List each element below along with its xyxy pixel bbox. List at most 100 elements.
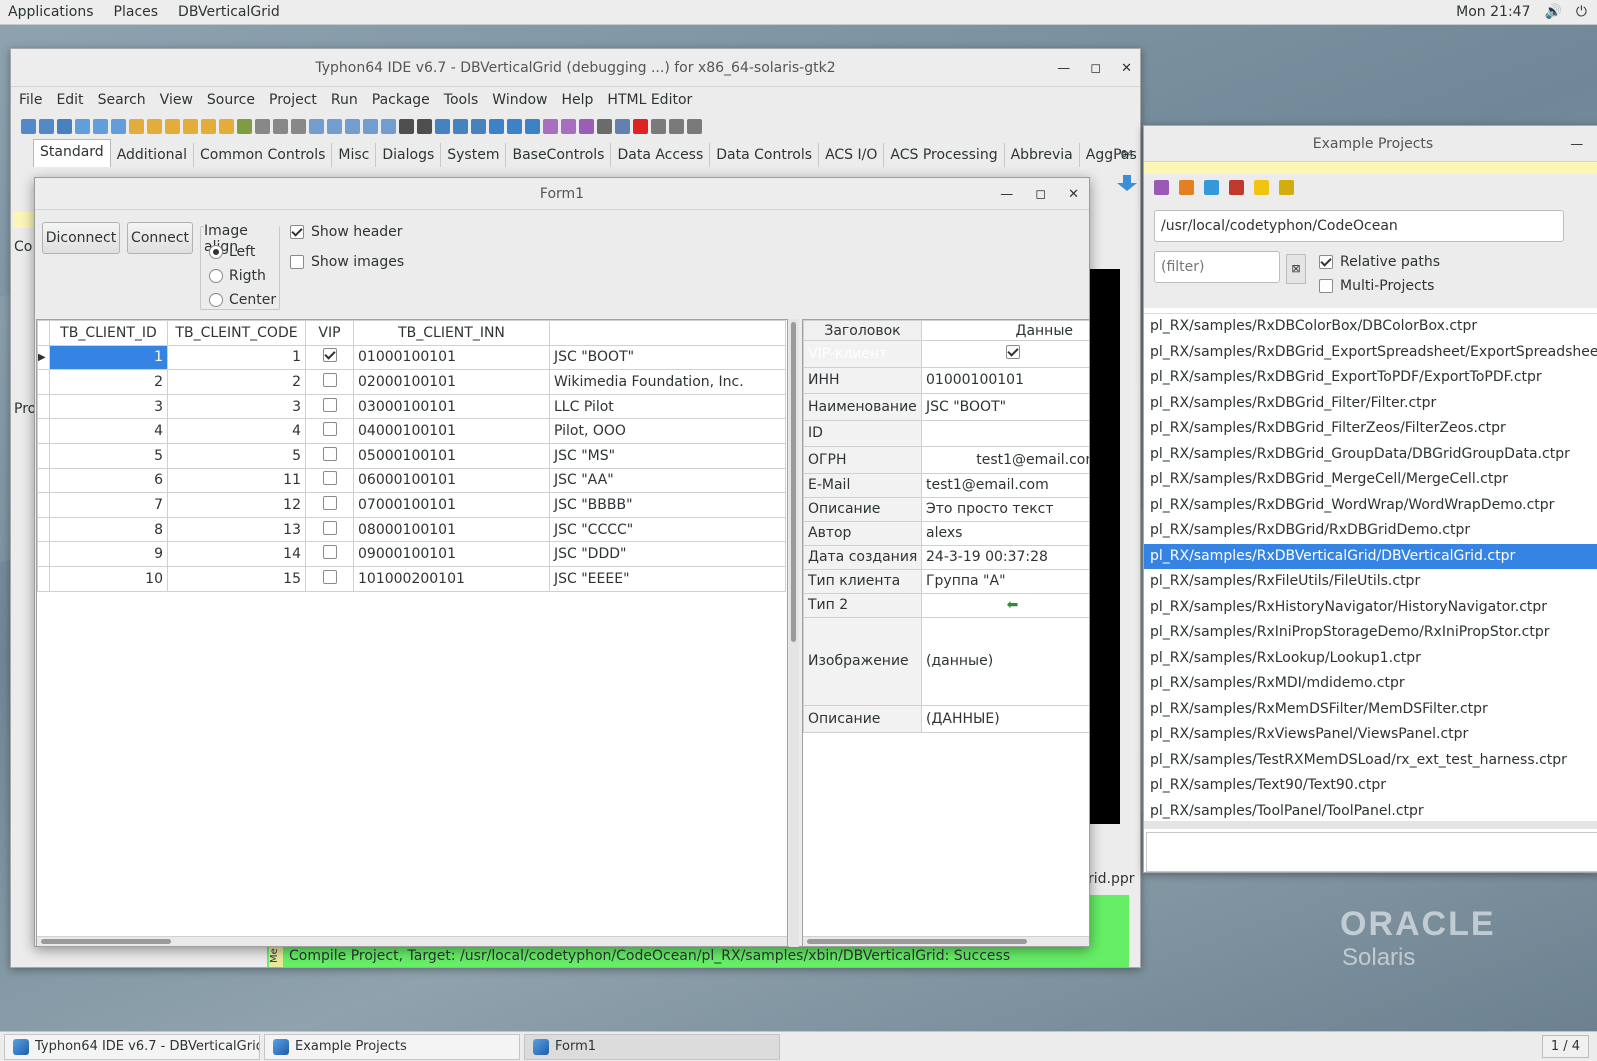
cell-client-name[interactable]: LLC Pilot — [549, 393, 786, 420]
cell-client-code[interactable]: 12 — [167, 492, 306, 518]
tab-basecontrols[interactable]: BaseControls — [506, 143, 612, 167]
clear-filter-icon[interactable]: ⊠ — [1286, 254, 1306, 284]
toolbar-tool-icon[interactable] — [237, 118, 252, 134]
list-item[interactable]: pl_RX/samples/RxLookup/Lookup1.ctpr — [1144, 646, 1597, 672]
tab-misc[interactable]: Misc — [332, 143, 377, 167]
toolbar-tool-icon[interactable] — [435, 118, 450, 134]
cell-client-inn[interactable]: 05000100101 — [353, 442, 550, 469]
vgrid-row[interactable]: Тип 2 ⬅ — [803, 592, 1089, 618]
download-arrow-icon[interactable] — [1117, 175, 1137, 191]
minimize-icon[interactable]: — — [1570, 137, 1583, 152]
table-row[interactable]: 8 13 08000100101 JSC "CCCC" — [37, 516, 786, 543]
vgrid-value[interactable]: test1@email.com — [921, 472, 1089, 498]
menu-run[interactable]: Run — [331, 92, 366, 108]
vgrid-label[interactable]: Дата создания — [803, 544, 922, 570]
menu-view[interactable]: View — [160, 92, 201, 108]
cell-client-code[interactable]: 2 — [167, 369, 306, 395]
list-item[interactable]: pl_RX/samples/RxDBGrid_ExportToPDF/Expor… — [1144, 365, 1597, 391]
list-item[interactable]: pl_RX/samples/RxFileUtils/FileUtils.ctpr — [1144, 569, 1597, 595]
project-list[interactable]: pl_RX/samples/RxDBColorBox/DBColorBox.ct… — [1144, 308, 1597, 821]
tab-system[interactable]: System — [441, 143, 507, 167]
menu-source[interactable]: Source — [207, 92, 263, 108]
vgrid-row[interactable]: Тип клиента Группа "А" — [803, 568, 1089, 594]
toolbar-tool-icon[interactable] — [633, 118, 648, 134]
vgrid-value[interactable]: (ДАННЫЕ) — [921, 704, 1089, 733]
list-item[interactable]: pl_RX/samples/RxMemDSFilter/MemDSFilter.… — [1144, 697, 1597, 723]
show-images-checkbox[interactable]: Show images — [290, 254, 404, 270]
cell-client-code[interactable]: 14 — [167, 541, 306, 567]
table-row[interactable]: 10 15 101000200101 JSC "EEEE" — [37, 565, 786, 592]
taskbar-item-form1[interactable]: Form1 — [524, 1033, 780, 1060]
vgrid-value[interactable]: Группа "А" — [921, 568, 1089, 594]
menu-search[interactable]: Search — [98, 92, 154, 108]
list-item[interactable]: pl_RX/samples/RxDBGrid_ExportSpreadsheet… — [1144, 340, 1597, 366]
cell-vip[interactable] — [305, 393, 354, 420]
column-header[interactable] — [549, 320, 786, 346]
cell-client-id[interactable]: 9 — [49, 541, 168, 567]
table-row[interactable]: 4 4 04000100101 Pilot, OOO — [37, 418, 786, 444]
filter-input[interactable] — [1154, 251, 1280, 283]
toolbar-tool-icon[interactable] — [327, 118, 342, 134]
vgrid-row[interactable]: Изображение (данные) — [803, 616, 1089, 706]
vgrid-row[interactable]: E-Mail test1@email.com — [803, 472, 1089, 498]
close-icon[interactable]: ✕ — [1121, 61, 1132, 76]
power-icon[interactable]: ⏻ — [1576, 4, 1587, 20]
menu-tools[interactable]: Tools — [444, 92, 487, 108]
tab-abbrevia[interactable]: Abbrevia — [1005, 143, 1080, 167]
table-row[interactable]: 2 2 02000100101 Wikimedia Foundation, Inc. — [37, 369, 786, 395]
cell-client-inn[interactable]: 01000100101 — [353, 344, 550, 371]
tab-data-access[interactable]: Data Access — [611, 143, 711, 167]
cell-vip[interactable] — [305, 492, 354, 518]
cell-vip[interactable] — [305, 541, 354, 567]
vip-checkbox[interactable] — [322, 372, 337, 387]
vgrid-label[interactable]: E-Mail — [803, 472, 922, 498]
vgrid-value[interactable]: 24-3-19 00:37:28 — [921, 544, 1089, 570]
vgrid-row[interactable]: ИНН 01000100101 — [803, 366, 1089, 394]
vip-checkbox[interactable] — [322, 471, 337, 486]
cell-client-name[interactable]: JSC "EEEE" — [549, 565, 786, 592]
cell-client-inn[interactable]: 02000100101 — [353, 369, 550, 395]
toolbar-tool-icon[interactable] — [219, 118, 234, 134]
tab-common-controls[interactable]: Common Controls — [194, 143, 333, 167]
vgrid-row[interactable]: Описание Это просто текст — [803, 496, 1089, 522]
taskbar-item-ide[interactable]: Typhon64 IDE v6.7 - DBVerticalGrid... — [4, 1033, 260, 1060]
cell-client-code[interactable]: 1 — [167, 344, 306, 371]
taskbar-item-projects[interactable]: Example Projects — [264, 1033, 520, 1060]
column-header[interactable]: TB_CLEINT_CODE — [167, 320, 306, 346]
vgrid-row[interactable]: ID — [803, 419, 1089, 447]
cell-client-id[interactable]: 7 — [49, 492, 168, 518]
radio-center-indicator[interactable] — [209, 292, 223, 307]
list-item[interactable]: pl_RX/samples/ToolPanel/ToolPanel.ctpr — [1144, 799, 1597, 822]
cell-client-name[interactable]: JSC "DDD" — [549, 541, 786, 567]
toolbar-tool-icon[interactable] — [75, 118, 90, 134]
cell-client-code[interactable]: 15 — [167, 565, 306, 592]
cell-client-name[interactable]: JSC "AA" — [549, 467, 786, 494]
toolbar-tool-icon[interactable] — [129, 118, 144, 134]
toolbar-tool-icon[interactable] — [507, 118, 522, 134]
menu-package[interactable]: Package — [372, 92, 438, 108]
vip-checkbox[interactable] — [322, 422, 337, 437]
menu-help[interactable]: Help — [562, 92, 602, 108]
vertical-scroll-thumb[interactable] — [791, 322, 796, 642]
cell-client-id[interactable]: 10 — [49, 565, 168, 592]
db-grid[interactable]: TB_CLIENT_ID TB_CLEINT_CODE VIP TB_CLIENT_I… — [36, 319, 788, 947]
vgrid-label[interactable]: ИНН — [803, 366, 922, 394]
tab-acs-i-o[interactable]: ACS I/O — [819, 143, 885, 167]
table-row[interactable]: 6 11 06000100101 JSC "AA" — [37, 467, 786, 494]
toolbar-tool-icon[interactable] — [687, 118, 702, 134]
toolbar-tool-icon[interactable] — [255, 118, 270, 134]
radio-center[interactable]: Center — [209, 291, 276, 308]
column-header[interactable]: VIP — [305, 320, 354, 346]
toolbar-tool-icon[interactable] — [615, 118, 630, 134]
toolbar-tool-icon[interactable] — [669, 118, 684, 134]
cell-client-inn[interactable]: 03000100101 — [353, 393, 550, 420]
vip-checkbox[interactable] — [322, 545, 337, 560]
cell-vip[interactable] — [305, 369, 354, 395]
toolbar-tool-icon[interactable] — [147, 118, 162, 134]
volume-icon[interactable]: 🔊 — [1544, 4, 1561, 20]
disconnect-button[interactable]: Diconnect — [42, 222, 120, 254]
menu-file[interactable]: File — [19, 92, 50, 108]
table-row[interactable]: 9 14 09000100101 JSC "DDD" — [37, 541, 786, 567]
toolbar-tool-icon[interactable] — [489, 118, 504, 134]
workspace-pager[interactable]: 1 / 4 — [1541, 1035, 1589, 1058]
